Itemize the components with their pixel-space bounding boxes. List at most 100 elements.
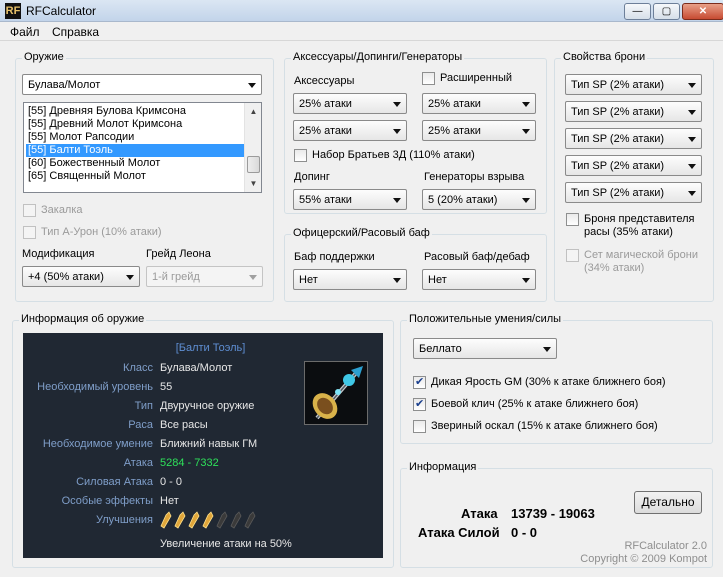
skill-label: Дикая Ярость GM (30% к атаке ближнего бо…	[431, 376, 666, 388]
checkbox-box	[413, 397, 426, 411]
app-window: RF RFCalculator — ▢ ✕ Файл Справка Оружи…	[0, 0, 723, 577]
checkbox-box	[422, 72, 435, 85]
modification-select[interactable]: +4 (50% атаки)	[22, 266, 140, 287]
force-attack-key: Силовая Атака	[76, 476, 153, 488]
accessory-value: 25% атаки	[299, 125, 352, 137]
accessory-select-4[interactable]: 25% атаки	[422, 120, 536, 141]
checkbox-box	[23, 204, 36, 217]
force-total-value: 0 - 0	[511, 525, 538, 540]
chevron-down-icon	[249, 275, 257, 280]
chevron-down-icon	[393, 198, 401, 203]
doping-select[interactable]: 55% атаки	[293, 189, 407, 210]
list-item[interactable]: [55] Древняя Булова Кримсона	[26, 105, 244, 118]
generators-value: 5 (20% атаки)	[428, 194, 498, 206]
armor-select-5[interactable]: Тип SP (2% атаки)	[565, 182, 702, 203]
result-group-title: Информация	[407, 461, 479, 473]
minimize-button[interactable]: —	[624, 3, 651, 20]
hardening-label: Закалка	[41, 204, 83, 216]
upgrade-effect: Увеличение атаки на 50%	[160, 538, 292, 550]
skill-value: Ближний навык ГМ	[160, 438, 258, 450]
officer-group-title: Офицерский/Расовый баф	[291, 227, 432, 239]
effects-value: Нет	[160, 495, 179, 507]
accessory-select-1[interactable]: 25% атаки	[293, 93, 407, 114]
race-key: Раса	[128, 419, 153, 431]
chevron-down-icon	[522, 278, 530, 283]
chevron-down-icon	[688, 164, 696, 169]
maximize-button[interactable]: ▢	[653, 3, 680, 20]
armor-value: Тип SP (2% атаки)	[571, 79, 665, 91]
extended-label: Расширенный	[440, 72, 512, 84]
list-item[interactable]: [55] Молот Рапсодии	[26, 131, 244, 144]
upgrade-filled-icon	[202, 511, 214, 529]
upgrade-filled-icon	[188, 511, 200, 529]
grade-label: Грейд Леона	[146, 248, 211, 260]
weapon-list[interactable]: [55] Древняя Булова Кримсона [55] Древни…	[23, 102, 262, 193]
race-armor-label-2: расы (35% атаки)	[584, 226, 673, 238]
copyright-text: Copyright © 2009 Kompot	[580, 553, 707, 565]
weapon-info-title: Информация об оружие	[19, 313, 147, 325]
accessory-select-2[interactable]: 25% атаки	[422, 93, 536, 114]
class-value: Булава/Молот	[160, 362, 233, 374]
support-buff-select[interactable]: Нет	[293, 269, 407, 290]
accessory-select-3[interactable]: 25% атаки	[293, 120, 407, 141]
armor-select-4[interactable]: Тип SP (2% атаки)	[565, 155, 702, 176]
scroll-thumb[interactable]	[247, 156, 260, 173]
armor-value: Тип SP (2% атаки)	[571, 133, 665, 145]
race-select[interactable]: Беллато	[413, 338, 557, 359]
weapon-type-select[interactable]: Булава/Молот	[22, 74, 262, 95]
race-buff-select[interactable]: Нет	[422, 269, 536, 290]
skill-key: Необходимое умение	[42, 438, 153, 450]
race-value: Все расы	[160, 419, 208, 431]
list-item[interactable]: [55] Древний Молот Кримсона	[26, 118, 244, 131]
armor-select-2[interactable]: Тип SP (2% атаки)	[565, 101, 702, 122]
attack-key: Атака	[123, 457, 153, 469]
chevron-down-icon	[522, 102, 530, 107]
list-item-selected[interactable]: [55] Балти Тоэль	[26, 144, 244, 157]
class-key: Класс	[123, 362, 153, 374]
checkbox-box	[23, 226, 36, 239]
effects-key: Особые эффекты	[61, 495, 153, 507]
magic-set-checkbox[interactable]: Сет магической брони (34% атаки)	[566, 249, 706, 277]
weapon-name: [Балти Тоэль]	[175, 342, 246, 354]
list-item[interactable]: [65] Священный Молот	[26, 170, 244, 183]
type-a-label: Тип А-Урон (10% атаки)	[41, 226, 162, 238]
chevron-down-icon	[393, 278, 401, 283]
upgrade-empty-icon	[216, 511, 228, 529]
skill-label: Звериный оскал (15% к атаке ближнего боя…	[431, 420, 658, 432]
armor-select-3[interactable]: Тип SP (2% атаки)	[565, 128, 702, 149]
support-buff-value: Нет	[299, 274, 318, 286]
skill-label: Боевой клич (25% к атаке ближнего боя)	[431, 398, 639, 410]
checkbox-box	[413, 375, 426, 389]
menu-file[interactable]: Файл	[10, 25, 40, 39]
accessories-label: Аксессуары	[294, 75, 355, 87]
scroll-down-icon[interactable]: ▼	[246, 176, 261, 191]
menu-help[interactable]: Справка	[52, 25, 99, 39]
armor-select-1[interactable]: Тип SP (2% атаки)	[565, 74, 702, 95]
close-button[interactable]: ✕	[682, 3, 723, 20]
attack-total-label: Атака	[461, 506, 498, 521]
type-key: Тип	[134, 400, 153, 412]
race-armor-checkbox[interactable]: Броня представителя расы (35% атаки)	[566, 213, 706, 241]
details-button[interactable]: Детально	[634, 491, 702, 514]
scroll-up-icon[interactable]: ▲	[246, 104, 261, 119]
window-title: RFCalculator	[26, 4, 97, 18]
chevron-down-icon	[248, 83, 256, 88]
race-armor-label-1: Броня представителя	[584, 213, 695, 225]
list-item[interactable]: [60] Божественный Молот	[26, 157, 244, 170]
version-text: RFCalculator 2.0	[624, 540, 707, 552]
upgrades-key: Улучшения	[95, 514, 153, 526]
chevron-down-icon	[522, 129, 530, 134]
race-buff-label: Расовый баф/дебаф	[424, 251, 530, 263]
chevron-down-icon	[688, 83, 696, 88]
grade-select[interactable]: 1-й грейд	[146, 266, 263, 287]
modification-label: Модификация	[22, 248, 95, 260]
generators-select[interactable]: 5 (20% атаки)	[422, 189, 536, 210]
upgrade-filled-icon	[160, 511, 172, 529]
accessories-group-title: Аксессуары/Допинги/Генераторы	[291, 51, 465, 63]
chevron-down-icon	[688, 110, 696, 115]
checkbox-box	[413, 420, 426, 433]
upgrade-empty-icon	[230, 511, 242, 529]
list-scrollbar[interactable]: ▲ ▼	[244, 103, 261, 192]
armor-value: Тип SP (2% атаки)	[571, 160, 665, 172]
weapon-group-title: Оружие	[22, 51, 66, 63]
